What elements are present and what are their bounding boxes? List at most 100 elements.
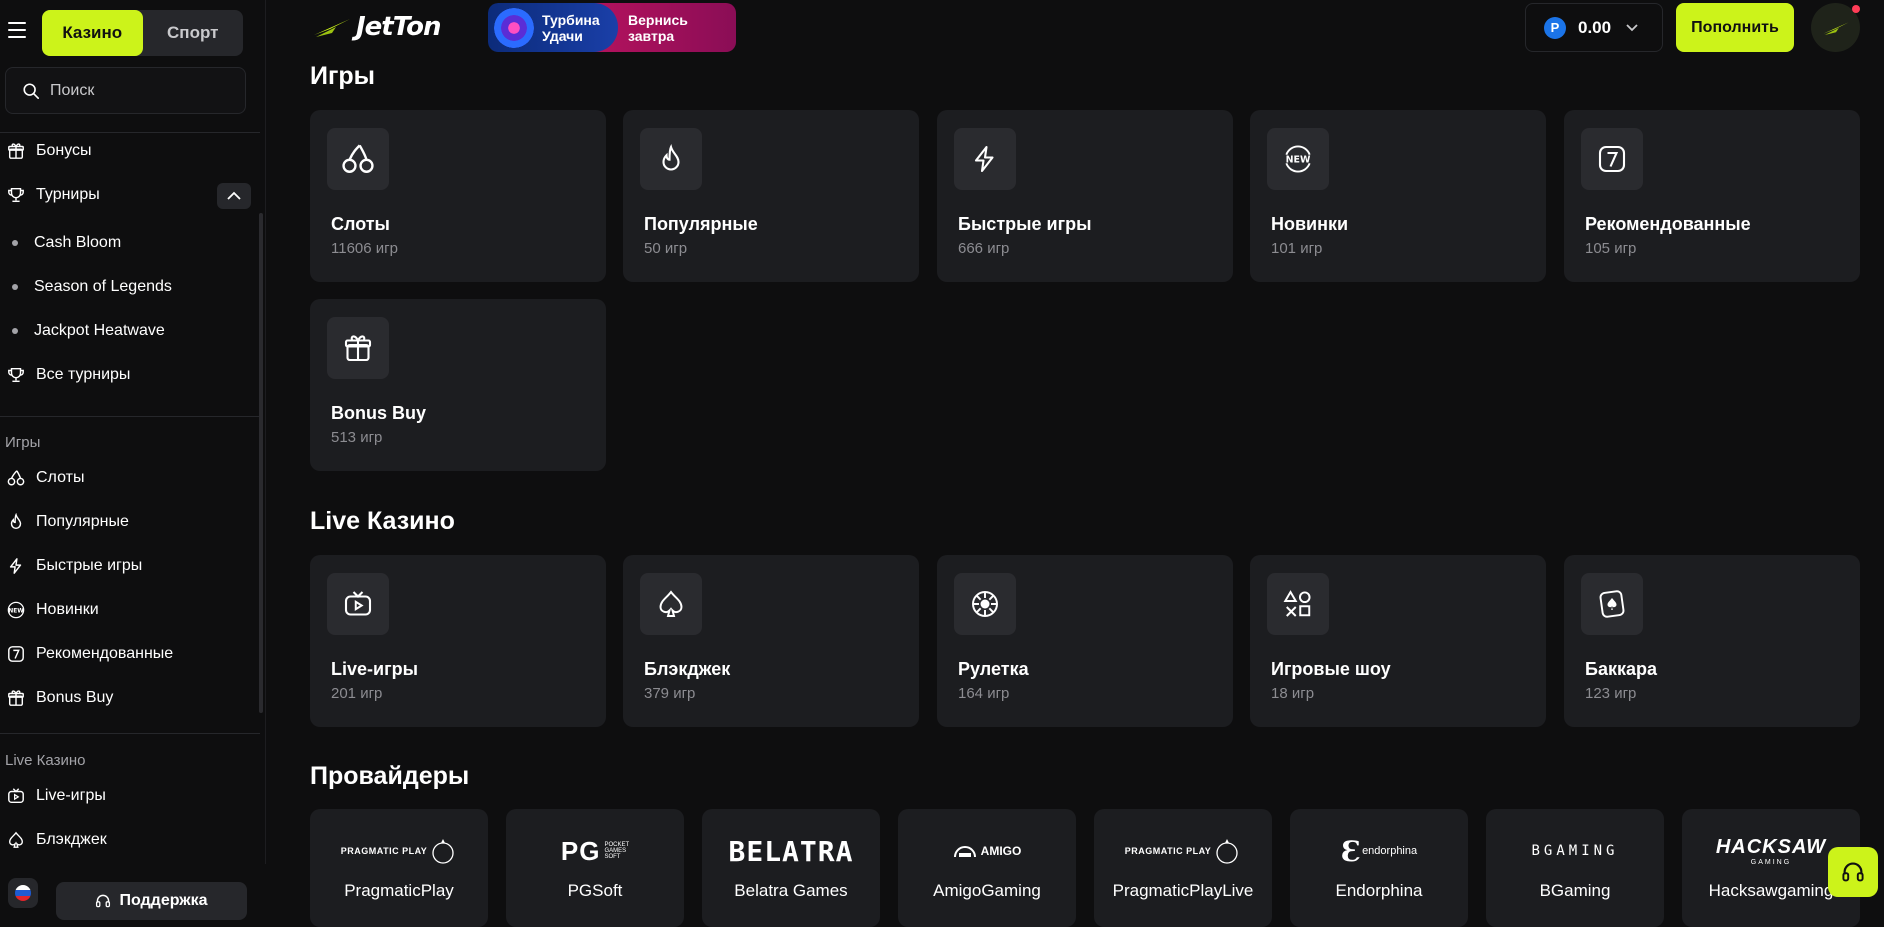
roulette-icon [954, 573, 1016, 635]
sidebar-item-label: Рекомендованные [36, 645, 174, 662]
card-title: Блэкджек [644, 659, 731, 679]
sidebar-item-slots[interactable]: Слоты [6, 466, 84, 490]
provider-logo: BELATRA [728, 834, 854, 868]
seven-icon [1581, 128, 1643, 190]
gift-icon [6, 141, 26, 161]
provider-card-pragmaticplaylive[interactable]: PRAGMATIC PLAY PragmaticPlayLive [1094, 809, 1272, 927]
provider-name: PragmaticPlayLive [1112, 881, 1254, 900]
promo-left-line2: Удачи [542, 27, 583, 44]
promo-left-text: Турбина Удачи [542, 12, 600, 44]
bullet-icon [12, 240, 18, 246]
sidebar-item-label: Популярные [36, 513, 129, 530]
gift-icon [327, 317, 389, 379]
headset-icon [96, 894, 111, 908]
section-label-games: Игры [5, 434, 41, 451]
seven-icon [6, 644, 26, 664]
sidebar-item-label: Live-игры [36, 787, 106, 804]
provider-name: Endorphina [1335, 881, 1423, 900]
provider-logo: AMIGO [898, 831, 1076, 871]
promo-right-line1: Вернись [628, 11, 688, 28]
sidebar-item-tournament[interactable]: Season of Legends [12, 275, 172, 299]
sidebar-scrollbar[interactable] [259, 213, 263, 713]
logo[interactable]: JetTon [312, 12, 462, 42]
promo-wheel-section: Турбина Удачи [488, 3, 618, 52]
sidebar-item-recommended[interactable]: Рекомендованные [6, 642, 173, 666]
bullet-icon [12, 328, 18, 334]
cherries-icon [327, 128, 389, 190]
sidebar-item-live-games[interactable]: Live-игры [6, 784, 106, 808]
category-card-slots[interactable]: Слоты 11606 игр [310, 110, 606, 282]
provider-logo: Ɛ endorphina [1340, 834, 1418, 868]
provider-logo: PRAGMATIC PLAY [1094, 831, 1272, 871]
category-card-game-shows[interactable]: Игровые шоу 18 игр [1250, 555, 1546, 727]
jet-logo-icon [314, 19, 350, 37]
sidebar-footer: Поддержка [0, 864, 266, 927]
category-card-fast-games[interactable]: Быстрые игры 666 игр [937, 110, 1233, 282]
flame-icon [6, 512, 26, 532]
category-card-popular[interactable]: Популярные 50 игр [623, 110, 919, 282]
sidebar-item-tournament[interactable]: Jackpot Heatwave [12, 319, 165, 343]
sidebar-item-fast-games[interactable]: Быстрые игры [6, 554, 142, 578]
search-input[interactable] [50, 81, 230, 100]
sidebar-item-label: Слоты [36, 469, 85, 486]
section-label-live: Live Казино [5, 752, 86, 769]
sidebar-item-bonus-buy[interactable]: Bonus Buy [6, 686, 113, 710]
balance-dropdown[interactable]: Р 0.00 [1525, 3, 1663, 52]
tv-icon [6, 786, 26, 806]
category-card-live-games[interactable]: Live-игры 201 игр [310, 555, 606, 727]
category-card-roulette[interactable]: Рулетка 164 игр [937, 555, 1233, 727]
sidebar-item-tournaments[interactable]: Турниры [6, 183, 100, 207]
sidebar-item-label: Bonus Buy [36, 689, 114, 706]
search-box[interactable] [5, 67, 246, 114]
card-count: 379 игр [644, 685, 696, 702]
promo-right-line2: завтра [628, 27, 675, 44]
trophy-icon [6, 365, 26, 385]
gamepad-shapes-icon [1267, 573, 1329, 635]
provider-card-belatra[interactable]: BELATRA Belatra Games [702, 809, 880, 927]
sidebar-item-label: Jackpot Heatwave [34, 322, 165, 339]
chat-button[interactable] [1828, 847, 1878, 897]
card-icon [1581, 573, 1643, 635]
sidebar-item-label: Быстрые игры [36, 557, 143, 574]
divider [0, 132, 260, 133]
sidebar-item-label: Cash Bloom [34, 234, 122, 251]
provider-card-pragmaticplay[interactable]: PRAGMATIC PLAY PragmaticPlay [310, 809, 488, 927]
sidebar-item-blackjack[interactable]: Блэкджек [6, 828, 107, 852]
card-count: 105 игр [1585, 240, 1637, 257]
card-count: 666 игр [958, 240, 1010, 257]
category-card-baccarat[interactable]: Баккара 123 игр [1564, 555, 1860, 727]
category-card-new[interactable]: NEW Новинки 101 игр [1250, 110, 1546, 282]
logo-text: JetTon [356, 12, 441, 42]
category-card-bonus-buy[interactable]: Bonus Buy 513 игр [310, 299, 606, 471]
provider-logo: PRAGMATIC PLAY [310, 831, 488, 871]
provider-card-endorphina[interactable]: Ɛ endorphina Endorphina [1290, 809, 1468, 927]
tab-sport[interactable]: Спорт [143, 10, 244, 56]
provider-card-bgaming[interactable]: BGAMING BGaming [1486, 809, 1664, 927]
new-badge-icon: NEW [1267, 128, 1329, 190]
sidebar-item-popular[interactable]: Популярные [6, 510, 129, 534]
notification-dot [1852, 5, 1860, 13]
tab-casino[interactable]: Казино [42, 10, 143, 56]
provider-card-pgsoft[interactable]: PG POCKET GAMES SOFT PGSoft [506, 809, 684, 927]
lightning-icon [6, 556, 26, 576]
sidebar-item-all-tournaments[interactable]: Все турниры [6, 363, 130, 387]
card-title: Игровые шоу [1271, 659, 1391, 679]
sidebar-item-bonuses[interactable]: Бонусы [6, 139, 92, 163]
bullet-icon [12, 284, 18, 290]
sidebar-item-tournament[interactable]: Cash Bloom [12, 231, 121, 255]
flame-icon [640, 128, 702, 190]
language-button[interactable] [8, 878, 38, 908]
sidebar-item-new[interactable]: NEW Новинки [6, 598, 99, 622]
support-button[interactable]: Поддержка [56, 882, 247, 920]
card-count: 11606 игр [331, 240, 398, 257]
deposit-button[interactable]: Пополнить [1676, 3, 1794, 52]
provider-card-amigo[interactable]: AMIGO AmigoGaming [898, 809, 1076, 927]
category-card-recommended[interactable]: Рекомендованные 105 игр [1564, 110, 1860, 282]
category-card-blackjack[interactable]: Блэкджек 379 игр [623, 555, 919, 727]
collapse-button[interactable] [217, 183, 251, 209]
card-title: Рулетка [958, 659, 1029, 679]
sidebar-item-label: Блэкджек [36, 831, 107, 848]
promo-banner[interactable]: Турбина Удачи Вернись завтра [488, 3, 736, 52]
menu-icon[interactable] [8, 22, 26, 38]
provider-name: PGSoft [567, 881, 623, 900]
